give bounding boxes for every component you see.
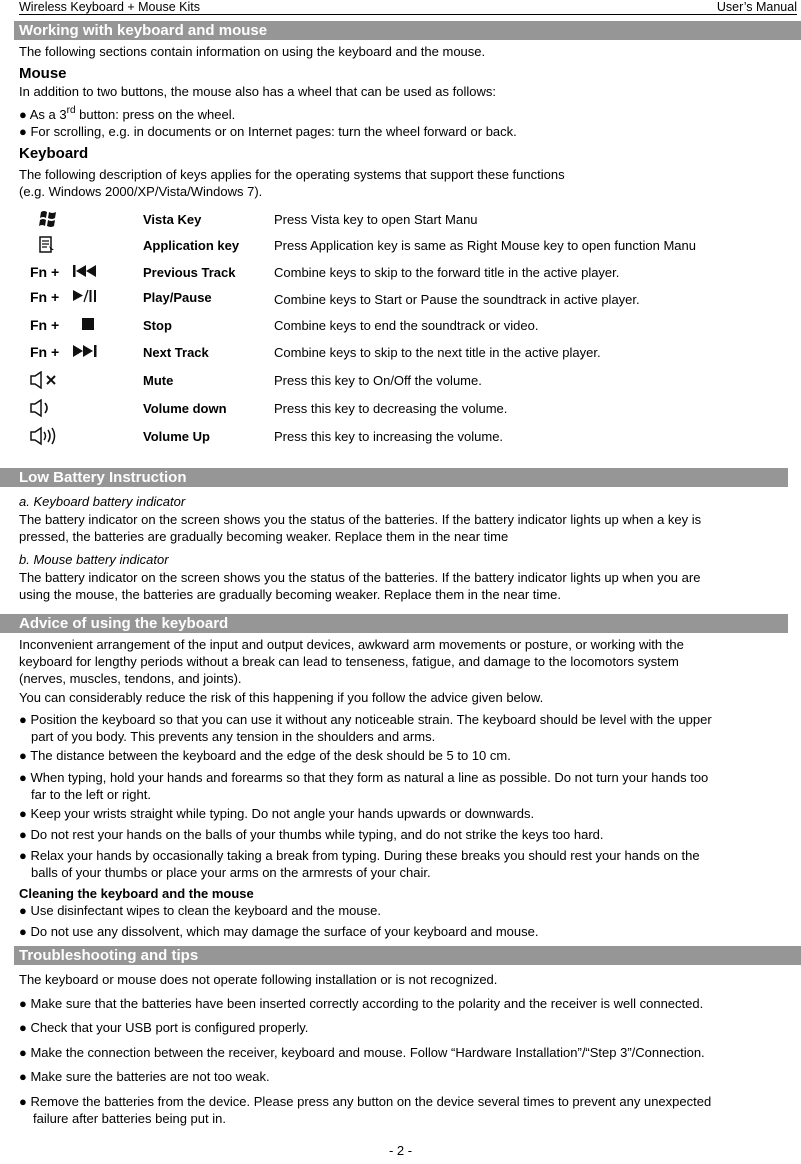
keyboard-battery-heading: a. Keyboard battery indicator — [19, 494, 186, 509]
page-header: Wireless Keyboard + Mouse Kits User’s Ma… — [19, 0, 797, 15]
key-name: Stop — [143, 318, 172, 333]
keyboard-heading: Keyboard — [19, 145, 89, 162]
cleaning-bullet-dissolvent: ● Do not use any dissolvent, which may d… — [19, 924, 539, 939]
fn-key-label: Fn + — [30, 264, 60, 280]
key-combo: Fn + — [30, 342, 98, 362]
key-description: Press this key to increasing the volume. — [274, 429, 504, 444]
bullet-text: ● As a 3 — [19, 107, 67, 122]
stop-icon — [82, 317, 94, 333]
key-description: Press Vista key to open Start Manu — [274, 212, 478, 227]
key-combo: Fn + — [30, 262, 98, 282]
volume-up-icon — [30, 426, 60, 446]
advice-bullet-rest: ● Do not rest your hands on the balls of… — [19, 827, 604, 842]
section-heading-low-battery: Low Battery Instruction — [0, 468, 788, 487]
advice-bullet-typing-cont: far to the left or right. — [31, 787, 151, 802]
superscript: rd — [66, 105, 76, 116]
mouse-battery-line1: The battery indicator on the screen show… — [19, 570, 701, 585]
keyboard-intro-line1: The following description of keys applie… — [19, 167, 565, 182]
fn-key-label: Fn + — [30, 317, 60, 333]
key-name: Play/Pause — [143, 290, 212, 305]
trouble-bullet-weak-batteries: ● Make sure the batteries are not too we… — [19, 1069, 270, 1084]
mute-icon — [30, 370, 60, 390]
key-description: Combine keys to skip to the next title i… — [274, 345, 601, 360]
advice-paragraph-line3: (nerves, muscles, tendons, and joints). — [19, 671, 242, 686]
key-description: Combine keys to end the soundtrack or vi… — [274, 318, 539, 333]
play-pause-icon — [72, 289, 98, 306]
trouble-intro: The keyboard or mouse does not operate f… — [19, 972, 498, 987]
key-combo: Fn + — [30, 315, 94, 335]
keyboard-battery-line2: pressed, the batteries are gradually bec… — [19, 529, 509, 544]
header-manual-title: User’s Manual — [716, 0, 797, 14]
fn-key-label: Fn + — [30, 289, 60, 305]
key-name: Application key — [143, 238, 240, 253]
mouse-bullet-scrolling: ● For scrolling, e.g. in documents or on… — [19, 124, 517, 139]
bullet-text: button: press on the wheel. — [75, 107, 236, 122]
page-number: - 2 - — [388, 1143, 413, 1158]
advice-paragraph-line1: Inconvenient arrangement of the input an… — [19, 637, 684, 652]
key-description: Combine keys to Start or Pause the sound… — [274, 292, 640, 307]
section-heading-troubleshooting: Troubleshooting and tips — [14, 946, 801, 965]
key-name: Next Track — [143, 345, 209, 360]
trouble-bullet-batteries-inserted: ● Make sure that the batteries have been… — [19, 996, 704, 1011]
mouse-battery-line2: using the mouse, the batteries are gradu… — [19, 587, 561, 602]
advice-bullet-wrists: ● Keep your wrists straight while typing… — [19, 806, 535, 821]
key-description: Press Application key is same as Right M… — [274, 238, 696, 253]
key-name: Volume down — [143, 401, 227, 416]
next-track-icon — [72, 344, 98, 361]
key-name: Volume Up — [143, 429, 210, 444]
advice-bullet-position: ● Position the keyboard so that you can … — [19, 712, 712, 727]
trouble-bullet-usb: ● Check that your USB port is configured… — [19, 1020, 309, 1035]
key-description: Press this key to On/Off the volume. — [274, 373, 482, 388]
advice-paragraph-line2: keyboard for lengthy periods without a b… — [19, 654, 679, 669]
advice-bullet-relax-cont: balls of your thumbs or place your arms … — [31, 865, 431, 880]
keyboard-battery-line1: The battery indicator on the screen show… — [19, 512, 702, 527]
trouble-bullet-connection: ● Make the connection between the receiv… — [19, 1045, 705, 1060]
key-description: Combine keys to skip to the forward titl… — [274, 265, 620, 280]
section-heading-advice: Advice of using the keyboard — [0, 614, 788, 633]
mouse-intro: In addition to two buttons, the mouse al… — [19, 84, 496, 99]
working-intro: The following sections contain informati… — [19, 44, 486, 59]
windows-logo-icon — [38, 209, 58, 229]
application-menu-icon — [38, 235, 56, 255]
advice-bullet-typing: ● When typing, hold your hands and forea… — [19, 770, 709, 785]
cleaning-heading: Cleaning the keyboard and the mouse — [19, 886, 254, 901]
section-heading-working: Working with keyboard and mouse — [14, 21, 801, 40]
key-name: Previous Track — [143, 265, 236, 280]
mouse-battery-heading: b. Mouse battery indicator — [19, 552, 169, 567]
key-name: Mute — [143, 373, 174, 388]
previous-track-icon — [72, 264, 98, 281]
fn-key-label: Fn + — [30, 344, 60, 360]
trouble-bullet-remove-batteries-cont: failure after batteries being put in. — [33, 1111, 226, 1126]
key-name: Vista Key — [143, 212, 202, 227]
key-combo: Fn + — [30, 287, 98, 307]
advice-bullet-relax: ● Relax your hands by occasionally takin… — [19, 848, 700, 863]
trouble-bullet-remove-batteries: ● Remove the batteries from the device. … — [19, 1094, 712, 1109]
cleaning-bullet-wipes: ● Use disinfectant wipes to clean the ke… — [19, 903, 381, 918]
volume-down-icon — [30, 398, 60, 418]
header-product-title: Wireless Keyboard + Mouse Kits — [19, 0, 200, 14]
mouse-bullet-third-button: ● As a 3rd button: press on the wheel. — [19, 105, 236, 123]
advice-bullet-position-cont: part of you body. This prevents any tens… — [31, 729, 436, 744]
advice-paragraph-2: You can considerably reduce the risk of … — [19, 690, 544, 705]
key-description: Press this key to decreasing the volume. — [274, 401, 508, 416]
advice-bullet-distance: ● The distance between the keyboard and … — [19, 748, 511, 763]
mouse-heading: Mouse — [19, 65, 67, 82]
keyboard-intro-line2: (e.g. Windows 2000/XP/Vista/Windows 7). — [19, 184, 263, 199]
